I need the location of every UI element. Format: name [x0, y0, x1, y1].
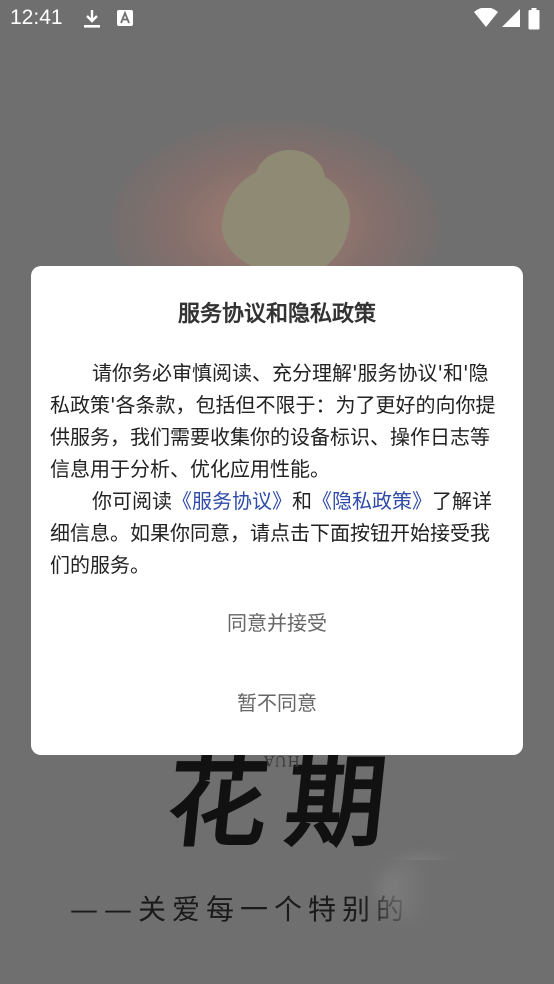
dialog-body: 请你务必审慎阅读、充分理解'服务协议'和'隐私政策'各条款，包括但不限于：为了更…	[50, 357, 506, 581]
privacy-policy-link[interactable]: 《隐私政策》	[312, 489, 432, 513]
splash-tagline: ——关爱每一个特别的	[70, 893, 411, 926]
battery-icon	[528, 8, 540, 34]
decline-button[interactable]: 暂不同意	[151, 681, 403, 725]
wifi-icon	[474, 7, 498, 32]
service-agreement-link[interactable]: 《服务协议》	[172, 489, 292, 513]
text-notification-icon	[116, 8, 134, 32]
dialog-paragraph-1: 请你务必审慎阅读、充分理解'服务协议'和'隐私政策'各条款，包括但不限于：为了更…	[50, 361, 496, 481]
paragraph-2-prefix: 你可阅读	[92, 489, 172, 513]
download-icon	[82, 8, 102, 34]
status-time: 12:41	[10, 6, 63, 29]
splash-fade	[360, 860, 554, 984]
dialog-paragraph-2: 你可阅读《服务协议》和《隐私政策》了解详细信息。如果你同意，请点击下面按钮开始接…	[50, 485, 506, 581]
privacy-dialog: 服务协议和隐私政策 请你务必审慎阅读、充分理解'服务协议'和'隐私政策'各条款，…	[31, 266, 523, 755]
paragraph-2-connector: 和	[292, 489, 312, 513]
status-bar: 12:41	[0, 0, 554, 38]
agree-button[interactable]: 同意并接受	[151, 601, 403, 645]
flower-logo	[222, 166, 350, 276]
dialog-title: 服务协议和隐私政策	[177, 302, 376, 327]
signal-icon	[501, 8, 521, 32]
